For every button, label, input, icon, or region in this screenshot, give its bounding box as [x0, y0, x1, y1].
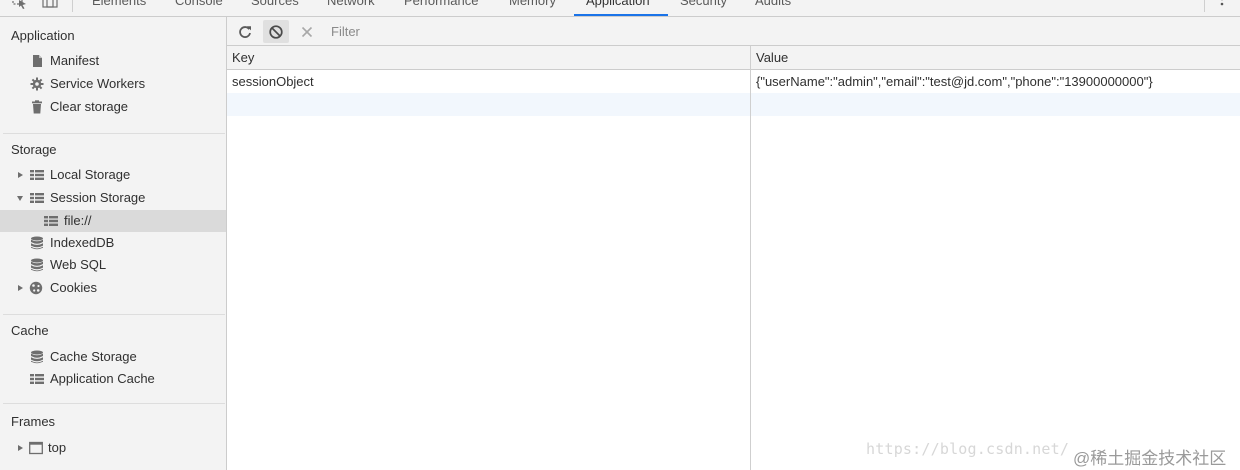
column-divider[interactable]: [750, 46, 751, 470]
device-toolbar-icon[interactable]: [42, 0, 58, 9]
grid-icon: [30, 170, 44, 180]
sidebar-item-local-storage[interactable]: Local Storage: [0, 164, 226, 186]
devtools-tab-bar: Elements Console Sources Network Perform…: [0, 0, 1240, 17]
grid-icon: [30, 374, 44, 384]
collapse-arrow-icon[interactable]: [17, 196, 23, 201]
watermark-site: @稀土掘金技术社区: [1073, 449, 1227, 468]
sidebar-item-application-cache[interactable]: Application Cache: [0, 368, 226, 390]
storage-toolbar: [227, 17, 1240, 46]
empty-table-row: [227, 93, 1240, 116]
section-header-cache: Cache: [11, 323, 49, 338]
tab-sources[interactable]: Sources: [251, 0, 299, 8]
sidebar-item-cache-storage[interactable]: Cache Storage: [0, 346, 226, 368]
tab-elements[interactable]: Elements: [92, 0, 146, 8]
sidebar-item-cookies[interactable]: Cookies: [0, 277, 226, 299]
sidebar-item-label: Cache Storage: [50, 349, 137, 364]
inspect-element-icon[interactable]: [12, 0, 28, 9]
document-icon: [33, 55, 42, 67]
tab-network[interactable]: Network: [327, 0, 375, 8]
sidebar-item-indexeddb[interactable]: IndexedDB: [0, 232, 226, 254]
tab-memory[interactable]: Memory: [509, 0, 556, 8]
tab-performance[interactable]: Performance: [404, 0, 478, 8]
section-divider: [3, 314, 225, 315]
expand-arrow-icon[interactable]: [18, 172, 23, 178]
table-row[interactable]: sessionObject {"userName":"admin","email…: [227, 70, 1240, 93]
sidebar-item-clear-storage[interactable]: Clear storage: [0, 96, 226, 118]
sidebar-item-label: Local Storage: [50, 167, 131, 182]
column-header-value[interactable]: Value: [756, 46, 788, 70]
tab-audits[interactable]: Audits: [755, 0, 791, 8]
expand-arrow-icon[interactable]: [18, 285, 23, 291]
gear-icon: [30, 77, 44, 91]
tab-application[interactable]: Application: [586, 0, 650, 8]
grid-icon: [44, 216, 58, 226]
tab-console[interactable]: Console: [175, 0, 223, 8]
cell-value[interactable]: {"userName":"admin","email":"test@jd.com…: [756, 70, 1153, 93]
cell-key[interactable]: sessionObject: [232, 70, 314, 93]
database-icon: [31, 258, 43, 272]
sidebar-item-session-storage[interactable]: Session Storage: [0, 187, 226, 209]
watermark-url: https://blog.csdn.net/: [866, 440, 1070, 458]
sidebar-item-label: Cookies: [50, 280, 97, 295]
frame-icon: [29, 441, 43, 455]
sidebar-item-file-origin[interactable]: file://: [0, 210, 226, 232]
sidebar-item-label: Application Cache: [50, 371, 155, 386]
tab-security[interactable]: Security: [680, 0, 727, 8]
sidebar-item-service-workers[interactable]: Service Workers: [0, 73, 226, 95]
sidebar-item-label: Session Storage: [50, 190, 146, 205]
sidebar-item-label: file://: [64, 213, 92, 228]
sidebar-item-label: IndexedDB: [50, 235, 115, 250]
sidebar-item-label: Service Workers: [50, 76, 146, 91]
trash-icon: [32, 100, 42, 114]
sidebar-item-label: Web SQL: [50, 257, 107, 272]
sidebar-item-frame-top[interactable]: top: [0, 437, 226, 459]
table-header: Key Value: [227, 46, 1240, 70]
section-header-application: Application: [11, 28, 75, 43]
grid-icon: [30, 193, 44, 203]
filter-input[interactable]: [323, 21, 783, 42]
expand-arrow-icon[interactable]: [18, 445, 23, 451]
sidebar-item-label: Clear storage: [50, 99, 129, 114]
section-divider: [3, 133, 225, 134]
column-header-key[interactable]: Key: [232, 46, 254, 70]
database-icon: [31, 236, 43, 250]
refresh-icon[interactable]: [236, 23, 254, 41]
sidebar-item-label: top: [48, 440, 67, 455]
tab-bar-separator: [72, 0, 73, 12]
sidebar-item-web-sql[interactable]: Web SQL: [0, 254, 226, 276]
delete-selected-icon[interactable]: [298, 23, 316, 41]
sidebar-item-manifest[interactable]: Manifest: [0, 50, 226, 72]
section-divider: [3, 403, 225, 404]
section-header-storage: Storage: [11, 142, 57, 157]
clear-all-button[interactable]: [263, 20, 289, 43]
tab-bar-separator: [1204, 0, 1205, 12]
sidebar-item-label: Manifest: [50, 53, 100, 68]
more-options-icon[interactable]: [1220, 0, 1224, 10]
database-icon: [31, 350, 43, 364]
section-header-frames: Frames: [11, 414, 56, 429]
block-icon: [269, 25, 283, 39]
application-sidebar: Application Manifest Service Workers Cle…: [0, 17, 227, 470]
cookie-icon: [29, 281, 43, 295]
storage-data-grid: Key Value sessionObject {"userName":"adm…: [227, 46, 1240, 470]
